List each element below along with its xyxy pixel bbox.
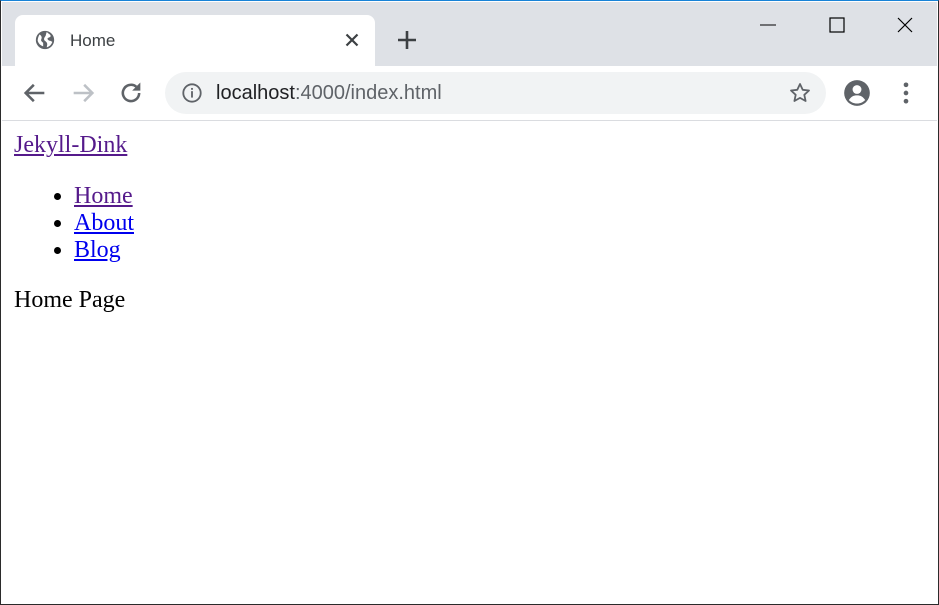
globe-icon: [35, 30, 55, 50]
info-icon[interactable]: [181, 82, 203, 104]
nav-link-home[interactable]: Home: [74, 183, 133, 209]
minimize-icon[interactable]: [757, 14, 779, 36]
nav-item-home: Home: [74, 183, 134, 210]
url-host: localhost: [216, 82, 295, 104]
tab-bar: Home: [2, 2, 937, 67]
browser-toolbar: localhost:4000/index.html: [2, 66, 937, 121]
forward-icon[interactable]: [69, 79, 97, 107]
nav-item-blog: Blog: [74, 237, 134, 264]
window-close-icon[interactable]: [894, 14, 916, 36]
close-icon[interactable]: [341, 29, 363, 51]
reload-icon[interactable]: [117, 79, 145, 107]
url-path: :4000/index.html: [294, 82, 442, 104]
account-icon[interactable]: [843, 79, 871, 107]
page-content: Jekyll-Dink Home About Blog Home Page: [2, 121, 937, 603]
plus-icon[interactable]: [395, 28, 419, 52]
page-body-text: Home Page: [14, 287, 126, 313]
menu-icon[interactable]: [892, 79, 920, 107]
star-icon[interactable]: [788, 81, 812, 105]
tab-home[interactable]: Home: [15, 15, 375, 67]
back-icon[interactable]: [21, 79, 49, 107]
maximize-icon[interactable]: [826, 14, 848, 36]
nav-link-blog[interactable]: Blog: [74, 237, 121, 263]
nav-item-about: About: [74, 210, 134, 237]
browser-window: Home localhost:4000/index.html Jekyll-Di…: [0, 0, 939, 605]
nav-link-about[interactable]: About: [74, 210, 134, 236]
nav-list: Home About Blog: [14, 183, 134, 264]
address-bar[interactable]: localhost:4000/index.html: [165, 72, 826, 114]
tab-title: Home: [70, 31, 116, 50]
url-text[interactable]: localhost:4000/index.html: [216, 82, 442, 105]
site-title-link[interactable]: Jekyll-Dink: [14, 132, 127, 159]
